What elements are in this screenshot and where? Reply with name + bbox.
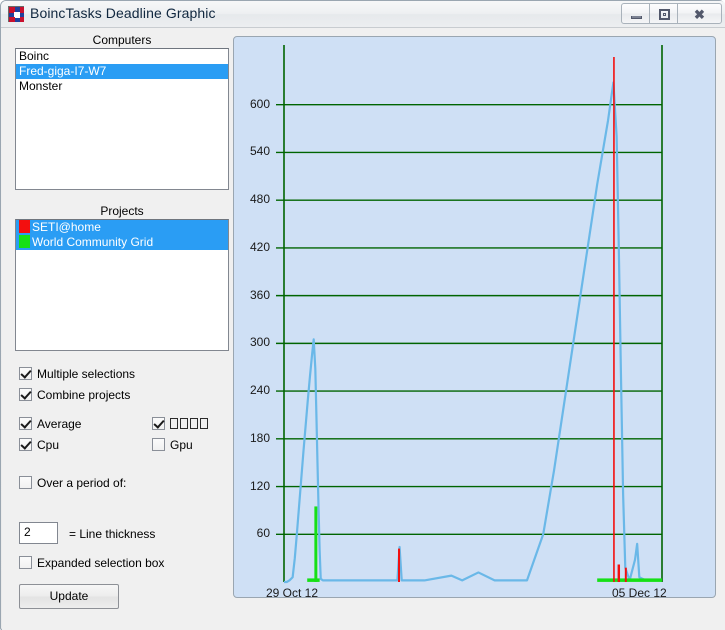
minimize-button[interactable] <box>621 3 650 24</box>
boinc-app-icon <box>8 6 24 22</box>
checkmark-icon <box>19 388 32 401</box>
update-button[interactable]: Update <box>19 584 119 609</box>
list-item-label: Fred-giga-I7-W7 <box>19 64 107 78</box>
checkmark-icon <box>19 417 32 430</box>
checkbox-label: Combine projects <box>37 388 131 402</box>
list-item-label: Monster <box>19 79 63 93</box>
list-item-label: Boinc <box>19 49 50 63</box>
line-thickness-input[interactable]: 2 <box>19 522 58 544</box>
checkmark-icon <box>152 417 165 430</box>
list-item[interactable]: Monster <box>16 79 228 94</box>
chart-x-tick-label: 29 Oct 12 <box>266 586 319 598</box>
chart-x-tick-label: 05 Dec 12 <box>612 586 667 598</box>
computers-listbox[interactable]: Boinc Fred-giga-I7-W7 Monster <box>15 48 229 190</box>
line-thickness-label: = Line thickness <box>69 527 156 541</box>
chart-y-tick-label: 120 <box>249 478 270 493</box>
checkbox-label: Gpu <box>170 438 193 452</box>
checkmark-icon <box>19 438 32 451</box>
checkbox-label: Average <box>37 417 82 431</box>
project-color-swatch <box>19 220 30 233</box>
chart-y-tick-label: 180 <box>249 430 270 445</box>
checkbox-expanded-selection-box[interactable]: Expanded selection box <box>19 556 164 570</box>
list-item[interactable]: Fred-giga-I7-W7 <box>16 64 228 79</box>
maximize-icon <box>659 9 670 20</box>
checkbox-box <box>19 556 32 569</box>
project-color-swatch <box>19 235 30 248</box>
close-icon: ✖ <box>694 7 705 22</box>
list-item-label: World Community Grid <box>32 235 154 249</box>
maximize-button[interactable] <box>649 3 678 24</box>
chart-y-tick-label: 60 <box>256 526 270 541</box>
chart-y-tick-label: 240 <box>249 383 270 398</box>
checkmark-icon <box>19 367 32 380</box>
checkbox-label: Multiple selections <box>37 367 136 381</box>
projects-listbox[interactable]: SETI@home World Community Grid <box>15 219 229 351</box>
app-window: BoincTasks Deadline Graphic ✖ Computers … <box>0 0 725 630</box>
window-controls: ✖ <box>621 3 722 24</box>
list-item[interactable]: Boinc <box>16 49 228 64</box>
computers-group-label: Computers <box>92 33 152 47</box>
projects-group-label: Projects <box>100 204 144 218</box>
chart-y-tick-label: 540 <box>249 144 270 159</box>
checkbox-gpu[interactable]: Gpu <box>152 438 193 452</box>
checkbox-label: Expanded selection box <box>37 556 165 570</box>
title-bar[interactable]: BoincTasks Deadline Graphic ✖ <box>1 1 725 28</box>
deadline-chart-panel[interactable]: 60 120 180 240 300 360 420 480 540 600 29 Oct 12 0… <box>233 36 716 598</box>
chart-y-tick-label: 420 <box>249 239 270 254</box>
chart-y-tick-label: 300 <box>249 335 270 350</box>
checkbox-multiple-selections[interactable]: Multiple selections <box>19 367 135 381</box>
minimize-icon <box>631 16 642 19</box>
list-item-label: SETI@home <box>32 220 101 234</box>
checkbox-combine-projects[interactable]: Combine projects <box>19 388 130 402</box>
list-item[interactable]: World Community Grid <box>16 235 228 250</box>
chart-y-tick-label: 360 <box>249 287 270 302</box>
chart-y-tick-label: 600 <box>249 96 270 111</box>
close-button[interactable]: ✖ <box>677 3 722 24</box>
checkbox-box <box>152 438 165 451</box>
checkbox-label: Cpu <box>37 438 60 452</box>
deadline-chart <box>276 45 663 584</box>
checkbox-label: Over a period of: <box>37 476 127 490</box>
checkbox-label <box>170 417 210 431</box>
list-item[interactable]: SETI@home <box>16 220 228 235</box>
checkbox-box <box>19 476 32 489</box>
chart-y-tick-label: 480 <box>249 192 270 207</box>
checkbox-cpu[interactable]: Cpu <box>19 438 59 452</box>
window-title: BoincTasks Deadline Graphic <box>30 5 216 21</box>
checkbox-over-a-period[interactable]: Over a period of: <box>19 476 126 490</box>
checkbox-unknown-glyphs[interactable] <box>152 417 210 431</box>
checkbox-average[interactable]: Average <box>19 417 81 431</box>
